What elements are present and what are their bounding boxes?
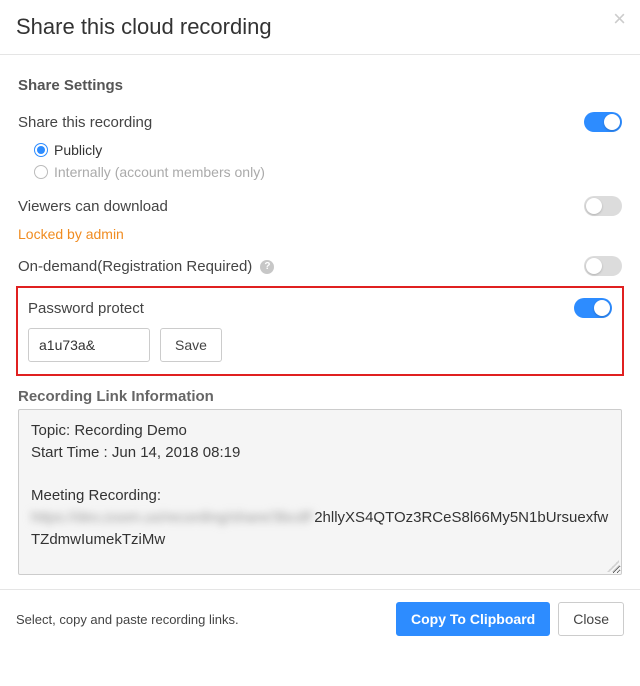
password-row: Save [26, 328, 614, 362]
topic-line: Topic: Recording Demo [31, 420, 609, 442]
recording-link-heading: Recording Link Information [18, 388, 622, 405]
radio-icon [34, 165, 48, 179]
viewers-download-toggle [584, 196, 622, 216]
copy-to-clipboard-button[interactable]: Copy To Clipboard [396, 602, 550, 636]
share-internally-option[interactable]: Internally (account members only) [34, 164, 622, 180]
meeting-recording-url: https://dev.zoom.us/recording/share/3bcd… [31, 507, 609, 551]
locked-by-admin-note: Locked by admin [18, 226, 622, 242]
meeting-recording-label: Meeting Recording: [31, 485, 609, 507]
password-protect-highlight: Password protect Save [16, 286, 624, 376]
share-publicly-label: Publicly [54, 142, 102, 158]
recording-link-box[interactable]: Topic: Recording Demo Start Time : Jun 1… [18, 409, 622, 575]
share-scope-radio-group: Publicly Internally (account members onl… [34, 142, 622, 180]
password-protect-toggle[interactable] [574, 298, 612, 318]
password-protect-row: Password protect [28, 298, 612, 318]
password-input[interactable] [28, 328, 150, 362]
help-icon[interactable]: ? [260, 260, 274, 274]
modal-footer: Select, copy and paste recording links. … [0, 589, 640, 652]
on-demand-row: On-demand(Registration Required) ? [18, 256, 622, 276]
footer-instruction: Select, copy and paste recording links. [16, 612, 239, 627]
modal-title: Share this cloud recording [16, 14, 624, 40]
on-demand-label: On-demand(Registration Required) [18, 258, 252, 275]
share-recording-modal: × Share this cloud recording Share Setti… [0, 0, 640, 652]
on-demand-toggle[interactable] [584, 256, 622, 276]
resize-handle-icon[interactable] [607, 560, 619, 572]
save-button[interactable]: Save [160, 328, 222, 362]
share-this-recording-toggle[interactable] [584, 112, 622, 132]
radio-icon [34, 143, 48, 157]
password-protect-label: Password protect [28, 300, 144, 317]
close-icon[interactable]: × [613, 8, 626, 30]
divider [0, 54, 640, 55]
share-internally-label: Internally (account members only) [54, 164, 265, 180]
url-blurred-part: https://dev.zoom.us/recording/share/3bcd… [31, 509, 314, 526]
share-publicly-option[interactable]: Publicly [34, 142, 622, 158]
share-settings-heading: Share Settings [18, 77, 622, 94]
on-demand-label-wrap: On-demand(Registration Required) ? [18, 258, 274, 275]
close-button[interactable]: Close [558, 602, 624, 636]
viewers-download-label: Viewers can download [18, 198, 168, 215]
start-time-line: Start Time : Jun 14, 2018 08:19 [31, 442, 609, 464]
viewers-download-row: Viewers can download [18, 196, 622, 216]
share-this-recording-row: Share this recording [18, 112, 622, 132]
share-this-recording-label: Share this recording [18, 114, 152, 131]
footer-buttons: Copy To Clipboard Close [396, 602, 624, 636]
